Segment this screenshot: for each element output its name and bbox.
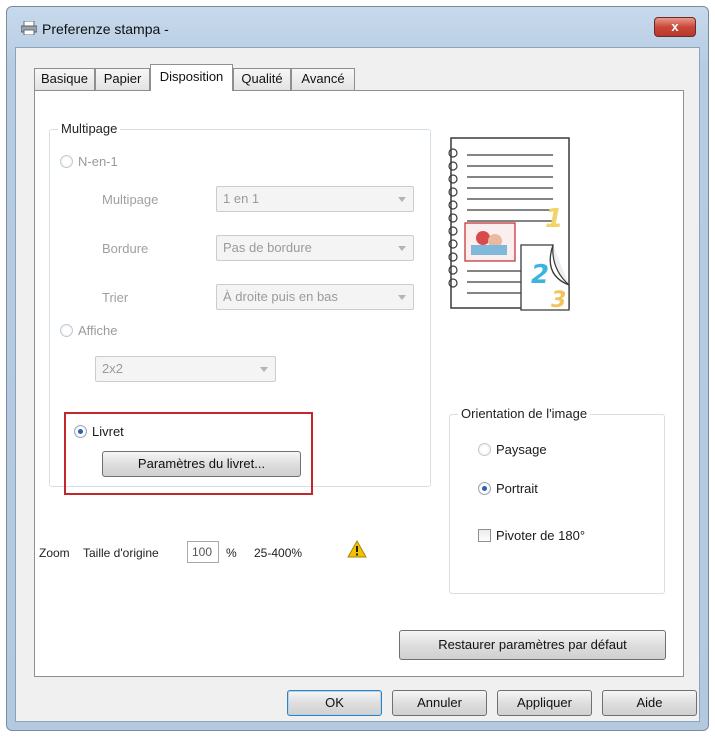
close-button[interactable]: x <box>654 17 696 37</box>
zoom-unit: % <box>226 546 237 560</box>
title-bar[interactable]: Preferenze stampa - x <box>7 7 708 47</box>
paysage-radio[interactable] <box>478 443 491 456</box>
affiche-option[interactable]: Affiche <box>60 323 118 338</box>
preview-page-number-3: 3 <box>551 288 566 313</box>
portrait-radio[interactable] <box>478 482 491 495</box>
bordure-select-value: Pas de bordure <box>223 240 312 255</box>
paysage-option[interactable]: Paysage <box>478 442 547 457</box>
zoom-input[interactable]: 100 <box>187 541 219 563</box>
ok-button[interactable]: OK <box>287 690 382 716</box>
taille-origine-label: Taille d'origine <box>83 546 159 560</box>
warning-icon <box>347 540 367 558</box>
portrait-label: Portrait <box>496 481 538 496</box>
help-button[interactable]: Aide <box>602 690 697 716</box>
dialog-client-area: Basique Papier Disposition Qualité Avanc… <box>15 47 700 722</box>
pivoter-option[interactable]: Pivoter de 180° <box>478 528 585 543</box>
tab-disposition[interactable]: Disposition <box>150 64 233 91</box>
bordure-field-label: Bordure <box>102 241 149 256</box>
chevron-down-icon <box>398 295 406 300</box>
trier-select-value: À droite puis en bas <box>223 289 338 304</box>
affiche-select-value: 2x2 <box>102 361 123 376</box>
livret-label: Livret <box>92 424 124 439</box>
close-icon: x <box>671 19 679 34</box>
cancel-button[interactable]: Annuler <box>392 690 487 716</box>
zoom-label: Zoom <box>39 546 70 560</box>
disposition-tab-page: Multipage N-en-1 Multipage 1 en 1 Bordur… <box>34 90 684 677</box>
tab-papier[interactable]: Papier <box>95 68 150 90</box>
livret-settings-button[interactable]: Paramètres du livret... <box>102 451 301 477</box>
restore-defaults-button[interactable]: Restaurer paramètres par défaut <box>399 630 666 660</box>
printer-icon <box>21 21 37 35</box>
multipage-group: Multipage N-en-1 Multipage 1 en 1 Bordur… <box>49 121 431 495</box>
preview-page-number-2: 2 <box>531 260 549 290</box>
trier-field-label: Trier <box>102 290 129 305</box>
chevron-down-icon <box>398 197 406 202</box>
affiche-select[interactable]: 2x2 <box>95 356 276 382</box>
n-en-1-label: N-en-1 <box>78 154 118 169</box>
livret-radio[interactable] <box>74 425 87 438</box>
multipage-field-label: Multipage <box>102 192 159 207</box>
trier-select[interactable]: À droite puis en bas <box>216 284 414 310</box>
print-preferences-window: Preferenze stampa - x Basique Papier Dis… <box>6 6 709 731</box>
affiche-label: Affiche <box>78 323 118 338</box>
tab-qualite[interactable]: Qualité <box>233 68 291 90</box>
bordure-select[interactable]: Pas de bordure <box>216 235 414 261</box>
multipage-select[interactable]: 1 en 1 <box>216 186 414 212</box>
pivoter-checkbox[interactable] <box>478 529 491 542</box>
tab-basique[interactable]: Basique <box>34 68 95 90</box>
tab-avance[interactable]: Avancé <box>291 68 355 90</box>
multipage-group-title: Multipage <box>58 121 121 136</box>
chevron-down-icon <box>260 367 268 372</box>
apply-button[interactable]: Appliquer <box>497 690 592 716</box>
multipage-select-value: 1 en 1 <box>223 191 260 206</box>
chevron-down-icon <box>398 246 406 251</box>
n-en-1-radio[interactable] <box>60 155 73 168</box>
affiche-radio[interactable] <box>60 324 73 337</box>
paysage-label: Paysage <box>496 442 547 457</box>
preview-page-number-1: 1 <box>545 204 563 234</box>
n-en-1-option[interactable]: N-en-1 <box>60 154 118 169</box>
pivoter-label: Pivoter de 180° <box>496 528 586 543</box>
orientation-group-title: Orientation de l'image <box>458 406 591 421</box>
booklet-preview-image: 1 2 3 <box>448 137 570 313</box>
zoom-range: 25-400% <box>254 546 303 560</box>
portrait-option[interactable]: Portrait <box>478 481 538 496</box>
orientation-group: Orientation de l'image Paysage Portrait … <box>449 406 665 594</box>
livret-option[interactable]: Livret <box>74 424 124 439</box>
window-title: Preferenze stampa - <box>42 21 169 37</box>
